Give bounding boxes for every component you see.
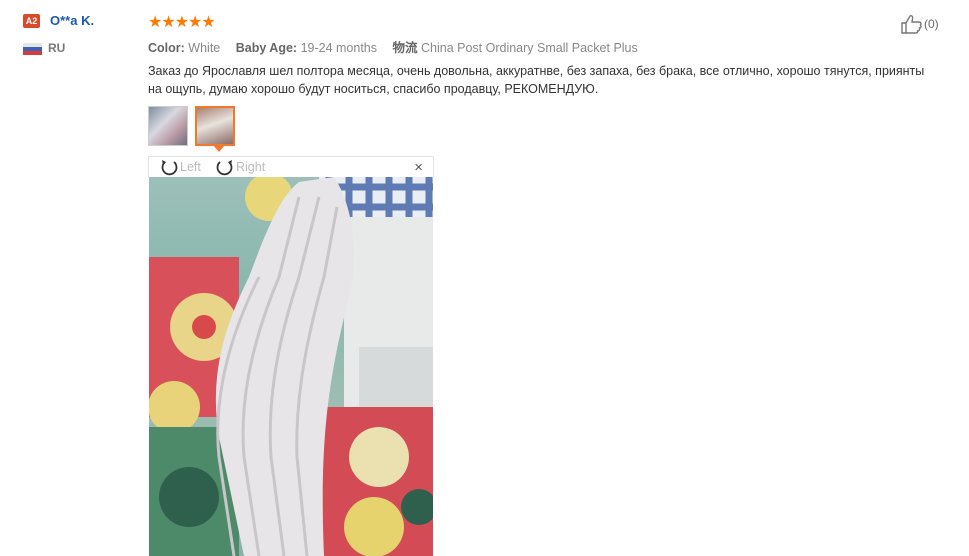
review-photo	[149, 177, 433, 556]
baby-age-key: Baby Age:	[235, 41, 298, 55]
helpful-button[interactable]: (0)	[900, 14, 939, 34]
rotate-left-label: Left	[180, 160, 201, 174]
photo-thumbnail-2-selected[interactable]	[195, 106, 235, 146]
sock-photo-image	[149, 177, 433, 556]
rotate-left-icon	[161, 160, 178, 176]
color-value: White	[188, 41, 221, 55]
rotate-right-label: Right	[236, 160, 266, 174]
helpful-count: (0)	[924, 17, 939, 31]
logistics-key: 物流	[392, 41, 418, 55]
russia-flag-icon	[23, 43, 42, 55]
baby-age-value: 19-24 months	[300, 41, 378, 55]
buyer-level-badge: A2	[23, 14, 40, 28]
photo-viewer: Left Right ×	[148, 156, 434, 556]
order-attributes: Color: White Baby Age: 19-24 months 物流 C…	[148, 37, 650, 56]
rotate-right-button[interactable]: Right	[215, 157, 265, 177]
star-rating: ★★★★★	[148, 14, 216, 31]
reviewer-country: RU	[48, 41, 66, 55]
selected-thumbnail-caret	[213, 145, 225, 152]
photo-thumbnail-1[interactable]	[148, 106, 188, 146]
color-key: Color:	[148, 41, 185, 55]
thumbs-up-icon	[901, 15, 922, 34]
logistics-value: China Post Ordinary Small Packet Plus	[421, 41, 638, 55]
rotate-left-button[interactable]: Left	[159, 157, 201, 177]
rotate-right-icon	[216, 160, 233, 176]
reviewer-name[interactable]: O**a K.	[50, 13, 94, 28]
viewer-toolbar: Left Right ×	[148, 156, 434, 177]
close-viewer-button[interactable]: ×	[414, 159, 423, 176]
review-text: Заказ до Ярославля шел полтора месяца, о…	[148, 64, 925, 96]
